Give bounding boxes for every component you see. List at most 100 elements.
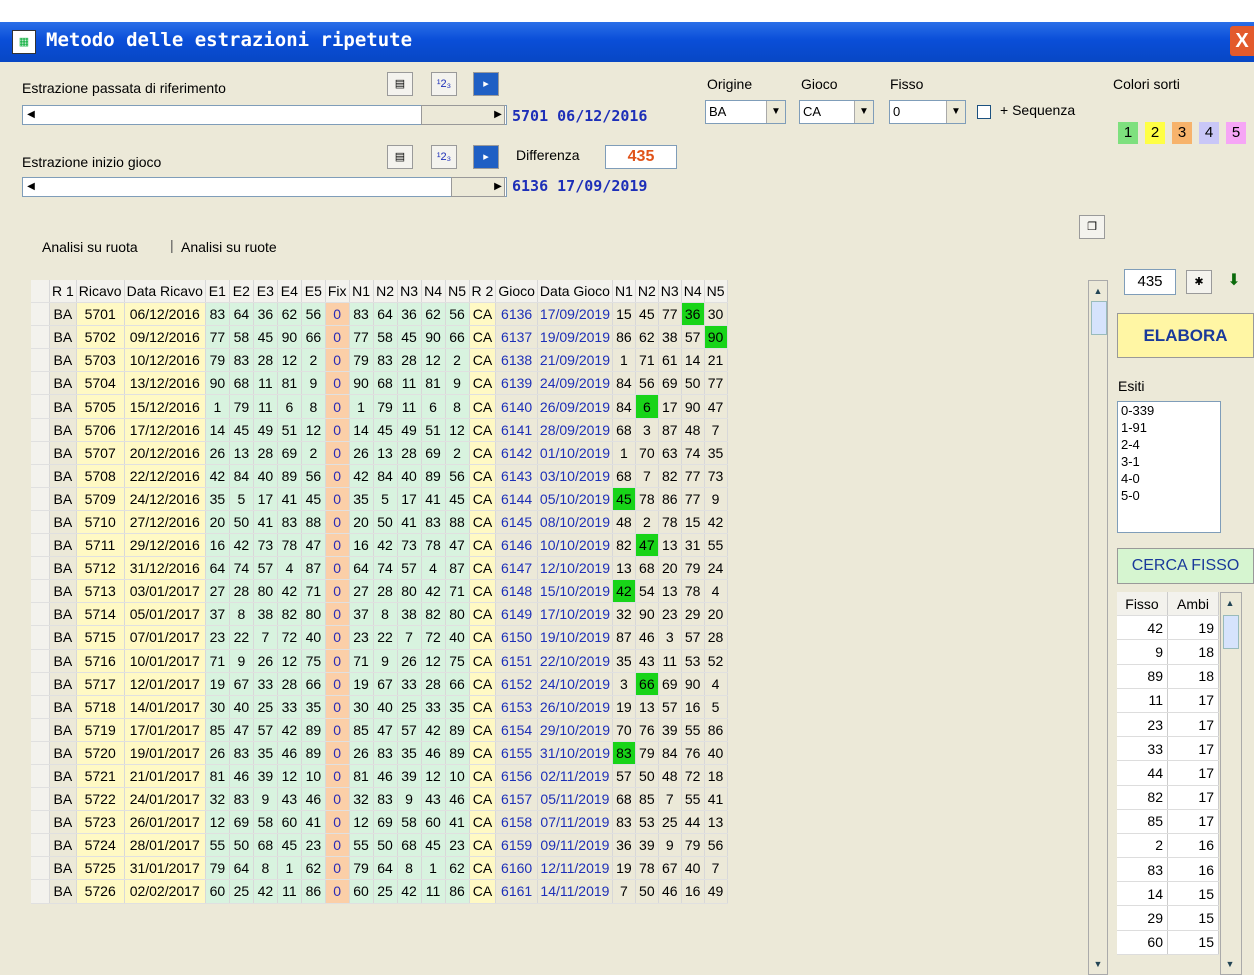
row-selector[interactable] <box>31 464 50 488</box>
row-selector[interactable] <box>31 371 50 396</box>
table-row[interactable]: 29 15 <box>1117 905 1219 931</box>
table-row[interactable]: 42 19 <box>1117 615 1219 641</box>
list-item[interactable]: 1-91 <box>1118 419 1220 436</box>
table-row[interactable]: BA 5710 27/12/2016 20 50 41 83 88 0 20 50 41 83 88 CA 6… <box>31 510 728 535</box>
copy-icon[interactable]: ❐ <box>1079 215 1105 239</box>
table-row[interactable]: 33 17 <box>1117 736 1219 762</box>
column-header[interactable]: N1 <box>612 280 636 304</box>
list-item[interactable]: 0-339 <box>1118 402 1220 419</box>
table-row[interactable]: BA 5712 31/12/2016 64 74 57 4 87 0 64 74 57 4 87 CA 614… <box>31 556 728 581</box>
row-selector[interactable] <box>31 695 50 719</box>
arrow-down-icon[interactable]: ⬇ <box>1222 270 1246 292</box>
row-selector[interactable] <box>31 441 50 465</box>
table-row[interactable]: BA 5723 26/01/2017 12 69 58 60 41 0 12 69 58 60 41 CA 6… <box>31 810 728 835</box>
scroll-down-icon[interactable]: ▼ <box>1090 956 1106 972</box>
table-row[interactable]: 23 17 <box>1117 712 1219 738</box>
scroll-thumb[interactable] <box>1091 301 1107 335</box>
column-header[interactable]: Data Gioco <box>537 280 613 304</box>
column-header[interactable]: N2 <box>373 280 398 304</box>
table-row[interactable]: 14 15 <box>1117 881 1219 907</box>
list-item[interactable]: 2-4 <box>1118 436 1220 453</box>
row-selector[interactable] <box>31 510 50 535</box>
table-row[interactable]: BA 5717 12/01/2017 19 67 33 28 66 0 19 67 33 28 66 CA 6… <box>31 672 728 696</box>
row-selector[interactable] <box>31 833 50 858</box>
column-header[interactable]: E5 <box>301 280 326 304</box>
table-row[interactable]: BA 5720 19/01/2017 26 83 35 46 89 0 26 83 35 46 89 CA 6… <box>31 741 728 765</box>
riferimento-scrollbar[interactable]: ◀ ▶ <box>22 105 507 125</box>
table-row[interactable]: 44 17 <box>1117 760 1219 786</box>
table-row[interactable]: BA 5716 10/01/2017 71 9 26 12 75 0 71 9 26 12 75 CA 615… <box>31 649 728 673</box>
list-item[interactable]: 4-0 <box>1118 470 1220 487</box>
calendar-icon[interactable]: ▤ <box>387 72 413 96</box>
row-selector[interactable] <box>31 325 50 350</box>
row-selector[interactable] <box>31 810 50 835</box>
row-selector[interactable] <box>31 394 50 419</box>
tab-analisi-ruota[interactable]: Analisi su ruota <box>42 239 138 255</box>
column-header[interactable]: Ricavo <box>76 280 125 304</box>
table-row[interactable]: 11 17 <box>1117 688 1219 713</box>
scroll-thumb[interactable] <box>1223 615 1239 649</box>
column-header[interactable]: Data Ricavo <box>124 280 206 304</box>
table-row[interactable]: BA 5703 10/12/2016 79 83 28 12 2 0 79 83 28 12 2 CA 613… <box>31 348 728 373</box>
column-header[interactable]: Ambi <box>1167 592 1219 617</box>
table-row[interactable]: 89 18 <box>1117 664 1219 689</box>
scroll-left-icon[interactable]: ◀ <box>23 106 39 124</box>
sequenza-checkbox[interactable] <box>977 105 991 119</box>
table-row[interactable]: BA 5715 07/01/2017 23 22 7 72 40 0 23 22 7 72 40 CA 615… <box>31 625 728 650</box>
go-icon[interactable]: ▸ <box>473 145 499 169</box>
scroll-down-icon[interactable]: ▼ <box>1222 956 1238 972</box>
column-header[interactable]: N5 <box>704 280 728 304</box>
row-selector[interactable] <box>31 741 50 765</box>
row-selector[interactable] <box>31 672 50 696</box>
column-header[interactable]: N4 <box>681 280 705 304</box>
row-selector[interactable] <box>31 764 50 789</box>
settings-icon[interactable]: ✱ <box>1186 270 1212 294</box>
side-value[interactable]: 435 <box>1124 269 1176 295</box>
column-header[interactable]: N3 <box>658 280 682 304</box>
fisso-select[interactable]: 0 ▼ <box>889 100 966 124</box>
row-selector[interactable] <box>31 302 50 327</box>
table-row[interactable]: BA 5708 22/12/2016 42 84 40 89 56 0 42 84 40 89 56 CA 6… <box>31 464 728 488</box>
table-row[interactable]: BA 5702 09/12/2016 77 58 45 90 66 0 77 58 45 90 66 CA 6… <box>31 325 728 350</box>
table-row[interactable]: BA 5701 06/12/2016 83 64 36 62 56 0 83 64 36 62 56 CA 6… <box>31 302 728 327</box>
column-header[interactable]: E4 <box>277 280 302 304</box>
scroll-right-icon[interactable]: ▶ <box>490 178 506 196</box>
column-header[interactable]: Fix <box>325 280 350 304</box>
row-selector[interactable] <box>31 625 50 650</box>
tab-analisi-ruote[interactable]: Analisi su ruote <box>181 239 277 255</box>
column-header[interactable]: R 1 <box>49 280 77 304</box>
table-row[interactable]: BA 5721 21/01/2017 81 46 39 12 10 0 81 46 39 12 10 CA 6… <box>31 764 728 789</box>
scroll-up-icon[interactable]: ▲ <box>1090 283 1106 299</box>
table-scrollbar[interactable]: ▲ ▼ <box>1088 280 1108 975</box>
row-selector[interactable] <box>31 487 50 511</box>
scroll-left-icon[interactable]: ◀ <box>23 178 39 196</box>
row-selector[interactable] <box>31 787 50 812</box>
numbers-icon[interactable]: ¹2₃ <box>431 145 457 169</box>
calendar-icon[interactable]: ▤ <box>387 145 413 169</box>
table-row[interactable]: 82 17 <box>1117 785 1219 810</box>
scroll-right-icon[interactable]: ▶ <box>490 106 506 124</box>
numbers-icon[interactable]: ¹2₃ <box>431 72 457 96</box>
row-selector[interactable] <box>31 649 50 673</box>
column-header[interactable]: E1 <box>205 280 230 304</box>
column-header[interactable]: Gioco <box>495 280 538 304</box>
go-icon[interactable]: ▸ <box>473 72 499 96</box>
table-row[interactable]: BA 5709 24/12/2016 35 5 17 41 45 0 35 5 17 41 45 CA 614… <box>31 487 728 511</box>
list-item[interactable]: 5-0 <box>1118 487 1220 504</box>
table-row[interactable]: BA 5719 17/01/2017 85 47 57 42 89 0 85 47 57 42 89 CA 6… <box>31 718 728 742</box>
table-row[interactable]: BA 5722 24/01/2017 32 83 9 43 46 0 32 83 9 43 46 CA 615… <box>31 787 728 812</box>
row-selector[interactable] <box>31 718 50 742</box>
table-row[interactable]: BA 5714 05/01/2017 37 8 38 82 80 0 37 8 38 82 80 CA 614… <box>31 602 728 627</box>
column-header[interactable]: N3 <box>397 280 422 304</box>
table-row[interactable]: BA 5713 03/01/2017 27 28 80 42 71 0 27 28 80 42 71 CA 6… <box>31 579 728 604</box>
chevron-down-icon[interactable]: ▼ <box>854 101 873 123</box>
column-header[interactable]: N1 <box>349 280 374 304</box>
inizio-scrollbar[interactable]: ◀ ▶ <box>22 177 507 197</box>
esiti-list[interactable]: 0-339 1-91 2-4 3-1 4-0 5-0 <box>1117 401 1221 533</box>
fisso-scrollbar[interactable]: ▲ ▼ <box>1220 592 1242 975</box>
column-header[interactable]: N5 <box>445 280 470 304</box>
row-selector[interactable] <box>31 879 50 904</box>
row-selector[interactable] <box>31 348 50 373</box>
table-row[interactable]: BA 5704 13/12/2016 90 68 11 81 9 0 90 68 11 81 9 CA 613… <box>31 371 728 396</box>
table-row[interactable]: 60 15 <box>1117 930 1219 955</box>
